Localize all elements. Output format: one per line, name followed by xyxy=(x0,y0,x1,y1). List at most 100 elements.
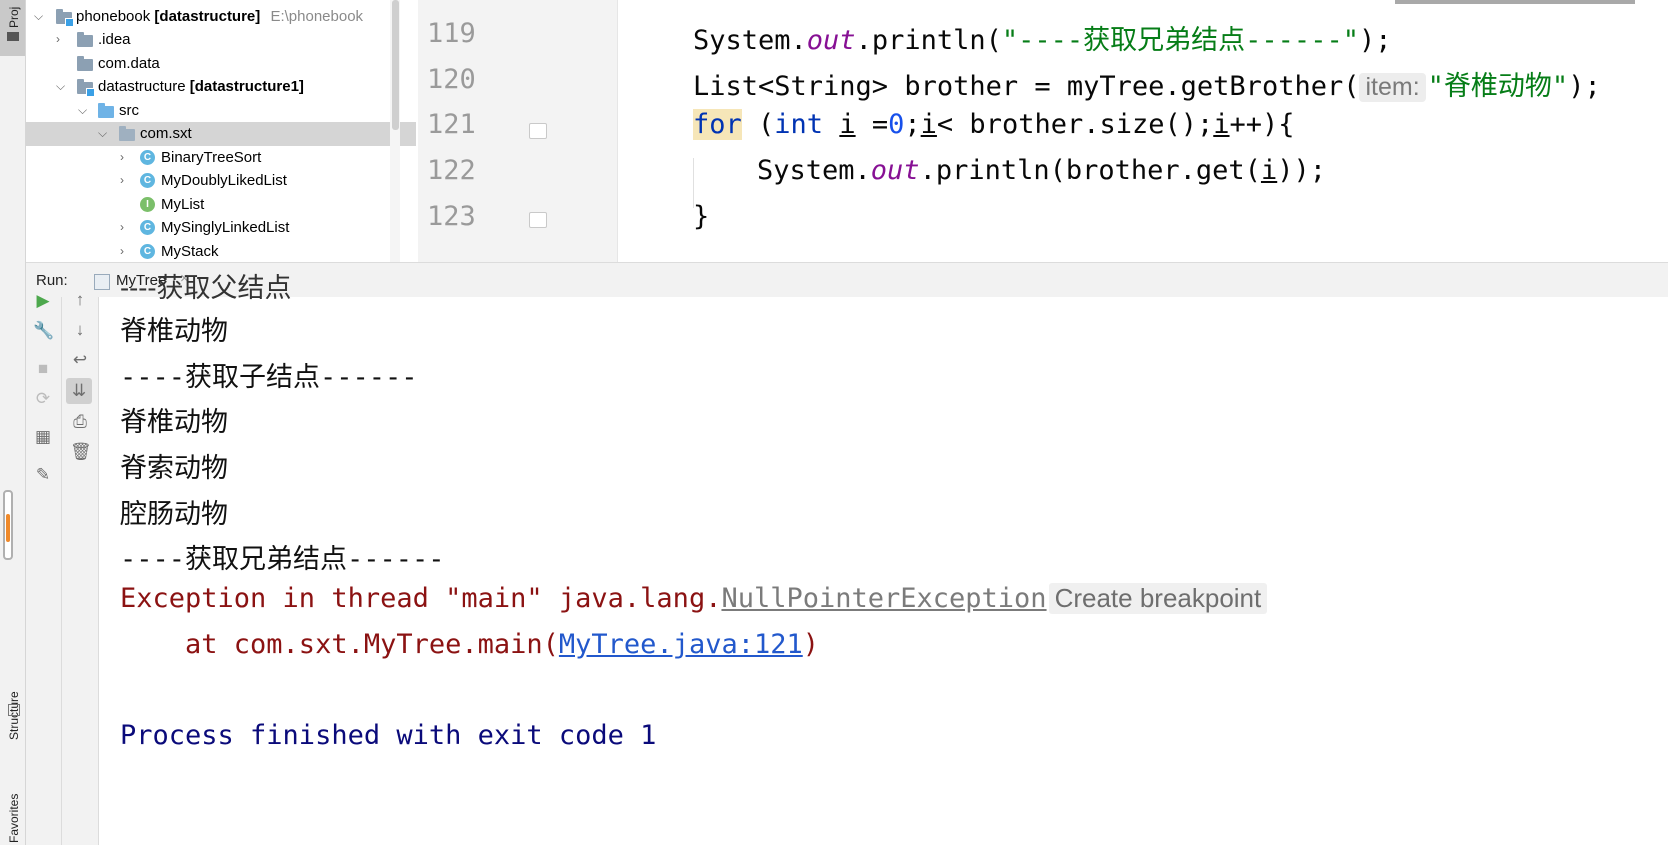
tree-item-label: MyDoublyLikedList xyxy=(161,172,287,189)
code-line-120[interactable]: List<String> brother = myTree.getBrother… xyxy=(693,64,1601,103)
run-toolbar-secondary: ↑ ↓ ↩ ⇊ ⎙ 🗑 xyxy=(62,290,99,845)
module-label: [datastructure1] xyxy=(189,78,304,95)
chevron-down-icon[interactable]: ⌵ xyxy=(56,80,66,92)
tree-row-datastructure[interactable]: ⌵ datastructure [datastructure1] xyxy=(26,75,416,99)
code-line-119[interactable]: System.out.println("----获取兄弟结点------"); xyxy=(693,18,1391,57)
tree-row-src[interactable]: ⌵ src xyxy=(26,99,416,123)
chevron-right-icon[interactable]: › xyxy=(56,33,66,45)
code-variable: i xyxy=(1213,109,1230,140)
keyword-int: int xyxy=(774,109,824,140)
wrench-icon[interactable]: 🔧 xyxy=(33,321,54,341)
code-line-121[interactable]: for (int i =0;i< brother.size();i++){ xyxy=(693,109,1295,140)
folder-icon xyxy=(77,32,93,47)
run-toolbar-primary: ▶ 🔧 ■ ⟳ ▦ ✎ xyxy=(26,291,62,845)
class-icon: C xyxy=(140,244,155,259)
pin-icon[interactable]: ✎ xyxy=(33,465,53,485)
folder-icon xyxy=(7,32,19,41)
project-tab-label[interactable]: Proj xyxy=(7,7,21,28)
tree-item-label: .idea xyxy=(98,31,131,48)
create-breakpoint-button[interactable]: Create breakpoint xyxy=(1048,583,1268,614)
code-token: List<String> brother = myTree.getBrother… xyxy=(693,71,1360,102)
console-line: ----获取兄弟结点------ xyxy=(120,544,445,575)
trash-icon[interactable]: 🗑 xyxy=(70,442,92,462)
rerun-icon[interactable]: ⟳ xyxy=(33,389,53,409)
console-icon xyxy=(94,274,110,290)
tree-row-com-data[interactable]: com.data xyxy=(26,52,416,76)
code-string: "脊椎动物" xyxy=(1427,71,1569,102)
code-number: 0 xyxy=(888,109,905,140)
code-line-123[interactable]: } xyxy=(693,201,709,232)
tree-item-label: datastructure xyxy=(98,78,186,95)
tree-row-mysinglylinkedlist[interactable]: › C MySinglyLinkedList xyxy=(26,216,416,240)
keyword-for: for xyxy=(693,109,742,140)
chevron-right-icon[interactable]: › xyxy=(120,151,130,163)
code-variable: i xyxy=(1260,155,1278,186)
folder-icon xyxy=(77,56,93,71)
favorites-tab-label[interactable]: Favorites xyxy=(7,794,21,843)
package-icon xyxy=(119,126,135,141)
chevron-down-icon[interactable]: ⌵ xyxy=(34,10,44,22)
console-line: 脊椎动物 xyxy=(120,316,228,347)
code-token: out xyxy=(806,25,856,56)
exception-line: Exception in thread "main" java.lang.Nul… xyxy=(120,583,1268,614)
tree-row-mydoublylikedlist[interactable]: › C MyDoublyLikedList xyxy=(26,169,416,193)
chevron-down-icon[interactable]: ⌵ xyxy=(98,127,108,139)
tree-item-label: MyList xyxy=(161,196,205,213)
code-token: = xyxy=(855,109,889,140)
code-token: )); xyxy=(1277,155,1326,186)
tree-row-mylist[interactable]: I MyList xyxy=(26,193,416,217)
tree-item-label: BinaryTreeSort xyxy=(161,149,262,166)
scroll-to-end-icon[interactable]: ⇊ xyxy=(66,378,92,404)
root-path: E:\phonebook xyxy=(270,8,364,25)
soft-wrap-icon[interactable]: ↩ xyxy=(70,350,90,370)
stacktrace-text: at com.sxt.MyTree.main( xyxy=(120,629,559,660)
print-icon[interactable]: ⎙ xyxy=(70,412,90,432)
chevron-right-icon[interactable]: › xyxy=(120,221,130,233)
gutter-separator xyxy=(617,0,618,262)
tree-item-label: com.sxt xyxy=(140,125,192,142)
stacktrace-text: ) xyxy=(802,629,820,660)
line-number: 122 xyxy=(427,155,476,186)
tree-row-mystack[interactable]: › C MyStack xyxy=(26,240,416,262)
tree-row-root[interactable]: ⌵ phonebook [datastructure] E:\phonebook xyxy=(26,5,416,29)
code-variable: i xyxy=(920,109,937,140)
exception-class-link[interactable]: NullPointerException xyxy=(721,583,1046,614)
source-link[interactable]: MyTree.java:121 xyxy=(559,629,803,660)
line-number: 123 xyxy=(427,201,476,232)
code-token: .println( xyxy=(855,25,1002,56)
stop-icon[interactable]: ■ xyxy=(33,359,53,379)
chevron-down-icon[interactable]: ⌵ xyxy=(78,104,88,116)
tree-row-com-sxt[interactable]: ⌵ com.sxt xyxy=(26,122,416,146)
console-line: 脊椎动物 xyxy=(120,407,228,438)
tree-item-label: com.data xyxy=(98,55,160,72)
tree-item-label: MySinglyLinkedList xyxy=(161,219,290,236)
class-icon: C xyxy=(140,150,155,165)
fold-close-icon[interactable] xyxy=(529,212,547,228)
code-token: } xyxy=(693,201,710,232)
code-token: out xyxy=(870,155,920,186)
arrow-down-icon[interactable]: ↓ xyxy=(70,320,90,340)
chevron-right-icon[interactable]: › xyxy=(120,245,130,257)
console-line: 脊索动物 xyxy=(120,453,228,484)
class-icon: C xyxy=(140,173,155,188)
fold-open-icon[interactable] xyxy=(529,123,547,139)
root-name: phonebook xyxy=(76,8,151,25)
run-label: Run: xyxy=(36,272,68,289)
tree-row-idea[interactable]: › .idea xyxy=(26,28,416,52)
code-token: ); xyxy=(1358,25,1392,56)
module-badge-icon xyxy=(86,88,95,97)
editor-scroll-marker xyxy=(1395,0,1635,4)
tree-row-binarytreesort[interactable]: › C BinaryTreeSort xyxy=(26,146,416,170)
chevron-right-icon[interactable]: › xyxy=(120,174,130,186)
interface-icon: I xyxy=(140,197,155,212)
arrow-up-icon[interactable]: ↑ xyxy=(70,290,90,310)
code-token: .println(brother.get( xyxy=(919,155,1261,186)
console-line-cut: ----获取父结点 xyxy=(120,273,292,304)
tree-scrollbar-thumb[interactable] xyxy=(392,0,399,130)
layout-icon[interactable]: ▦ xyxy=(33,427,53,447)
run-icon[interactable]: ▶ xyxy=(33,291,53,311)
code-token: ); xyxy=(1568,71,1601,102)
code-token: ( xyxy=(741,109,775,140)
code-line-122[interactable]: System.out.println(brother.get(i)); xyxy=(757,155,1326,186)
